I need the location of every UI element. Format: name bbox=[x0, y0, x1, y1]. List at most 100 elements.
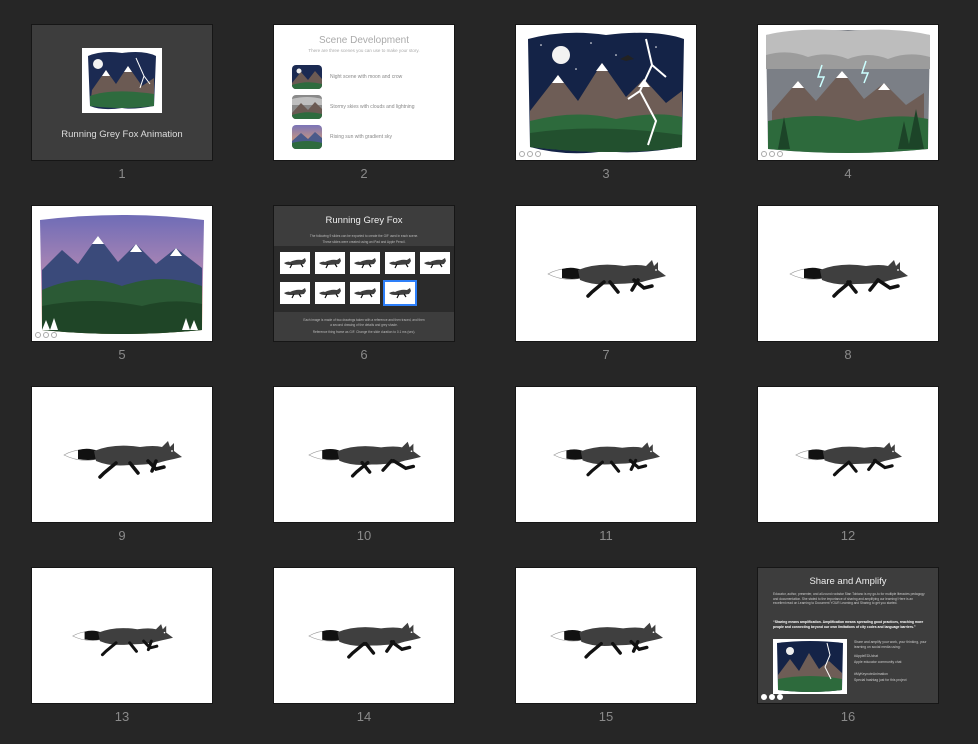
scene-item-label: Rising sun with gradient sky bbox=[330, 134, 392, 140]
sunrise-scene-image bbox=[40, 215, 204, 334]
slide-thumbnail-4[interactable] bbox=[758, 25, 938, 160]
slide-thumbnail-12[interactable] bbox=[758, 387, 938, 522]
slide-cell-11[interactable]: 11 bbox=[516, 387, 696, 543]
slide-number: 13 bbox=[114, 709, 130, 724]
scene-item-night: Night scene with moon and crow bbox=[292, 65, 442, 91]
storm-scene-image bbox=[292, 95, 322, 119]
fox-mini-drawing bbox=[389, 258, 411, 269]
slide-text: Apple educator community chat bbox=[854, 660, 902, 664]
slide-number: 10 bbox=[356, 528, 372, 543]
slide-number: 9 bbox=[118, 528, 126, 543]
slide-text: Special hashtag just for this project bbox=[854, 678, 907, 682]
slide-number: 8 bbox=[844, 347, 852, 362]
slide-cell-14[interactable]: 14 bbox=[274, 568, 454, 724]
frame-thumbnail bbox=[280, 282, 310, 304]
slide-cell-6[interactable]: Running Grey Fox The following 9 slides … bbox=[274, 206, 454, 362]
slide-thumbnail-1[interactable]: Running Grey Fox Animation bbox=[32, 25, 212, 160]
slide-cell-9[interactable]: 9 bbox=[32, 387, 212, 543]
slide-thumbnail-14[interactable] bbox=[274, 568, 454, 703]
slide-thumbnail-2[interactable]: Scene Development There are three scenes… bbox=[274, 25, 454, 160]
frame-panel bbox=[274, 246, 454, 312]
slide-number: 3 bbox=[602, 166, 610, 181]
slide-thumbnail-6[interactable]: Running Grey Fox The following 9 slides … bbox=[274, 206, 454, 341]
slide-thumbnail-15[interactable] bbox=[516, 568, 696, 703]
fox-drawing bbox=[553, 442, 660, 477]
slide-quote: “Sharing means amplification. Amplificat… bbox=[773, 620, 924, 629]
fox-mini-drawing bbox=[319, 288, 341, 299]
scene-item-label: Night scene with moon and crow bbox=[330, 74, 403, 80]
slide-cell-16[interactable]: Share and Amplify Educator, author, pres… bbox=[758, 568, 938, 724]
build-indicator bbox=[761, 694, 783, 700]
slide-cell-2[interactable]: Scene Development There are three scenes… bbox=[274, 25, 454, 181]
slide-title: Share and Amplify bbox=[809, 576, 887, 587]
fox-drawing bbox=[547, 260, 666, 298]
slide-thumbnail-5[interactable] bbox=[32, 206, 212, 341]
fox-drawing bbox=[789, 260, 908, 298]
fox-mini-drawing bbox=[319, 258, 341, 269]
slide-cell-8[interactable]: 8 bbox=[758, 206, 938, 362]
fox-mini-drawing bbox=[284, 258, 306, 269]
slide-number: 16 bbox=[840, 709, 856, 724]
slide-text: The following 9 slides can be exported t… bbox=[309, 234, 419, 238]
title-scene-image bbox=[82, 48, 162, 113]
slide-thumbnail-13[interactable] bbox=[32, 568, 212, 703]
frame-thumbnail bbox=[315, 282, 345, 304]
slide-cell-5[interactable]: 5 bbox=[32, 206, 212, 362]
build-indicator bbox=[519, 151, 541, 157]
slide-subtitle: There are three scenes you can use to ma… bbox=[308, 48, 420, 53]
fox-drawing bbox=[795, 442, 902, 477]
fox-drawing bbox=[63, 441, 182, 479]
fox-drawing bbox=[72, 624, 173, 657]
storm-scene-image bbox=[766, 29, 930, 153]
slide-thumbnail-7[interactable] bbox=[516, 206, 696, 341]
fox-drawing bbox=[308, 622, 421, 659]
slide-cell-3[interactable]: 3 bbox=[516, 25, 696, 181]
fox-drawing bbox=[308, 441, 421, 478]
fox-mini-drawing bbox=[424, 258, 446, 269]
slide-number: 11 bbox=[599, 528, 613, 543]
night-scene-image bbox=[528, 32, 684, 154]
slide-number: 6 bbox=[360, 347, 368, 362]
fox-drawing bbox=[550, 622, 663, 659]
slide-text: These slides were created using an iPad … bbox=[322, 240, 406, 244]
frame-thumbnail bbox=[350, 252, 380, 274]
scene-item-label: Stormy skies with clouds and lightning bbox=[330, 104, 415, 110]
slide-cell-15[interactable]: 15 bbox=[516, 568, 696, 724]
slide-grid: Running Grey Fox Animation 1 Scene Devel… bbox=[0, 0, 978, 744]
slide-number: 12 bbox=[840, 528, 856, 543]
slide-title: Scene Development bbox=[318, 35, 410, 46]
frame-thumbnail-selected bbox=[383, 280, 417, 306]
frame-thumbnail bbox=[280, 252, 310, 274]
fox-mini-drawing bbox=[389, 288, 411, 299]
slide-thumbnail-3[interactable] bbox=[516, 25, 696, 160]
night-scene-image bbox=[292, 65, 322, 89]
slide-cell-4[interactable]: 4 bbox=[758, 25, 938, 181]
slide-cell-1[interactable]: Running Grey Fox Animation 1 bbox=[32, 25, 212, 181]
frame-thumbnail bbox=[315, 252, 345, 274]
slide-thumbnail-11[interactable] bbox=[516, 387, 696, 522]
hashtag: #MyKeynoteAnimation bbox=[854, 672, 888, 676]
slide-text: a second drawing of the details and grey… bbox=[330, 323, 398, 327]
slide-thumbnail-9[interactable] bbox=[32, 387, 212, 522]
slide-text: Reference thing frame as GIF. Change the… bbox=[312, 330, 416, 334]
hashtag: #AppleEDUchat bbox=[854, 654, 879, 658]
frame-thumbnail bbox=[385, 252, 415, 274]
slide-number: 2 bbox=[360, 166, 368, 181]
slide-cell-7[interactable]: 7 bbox=[516, 206, 696, 362]
slide-text: Each image is made of two drawings taken… bbox=[303, 318, 425, 322]
slide-paragraph: Educator, author, presenter, and all-rou… bbox=[773, 592, 925, 605]
slide-number: 15 bbox=[598, 709, 614, 724]
slide-text: Share and amplify your work, your thinki… bbox=[854, 640, 927, 649]
slide-number: 1 bbox=[118, 166, 126, 181]
slide-thumbnail-16[interactable]: Share and Amplify Educator, author, pres… bbox=[758, 568, 938, 703]
scene-item-sunrise: Rising sun with gradient sky bbox=[292, 125, 442, 151]
frame-thumbnail bbox=[420, 252, 450, 274]
slide-thumbnail-10[interactable] bbox=[274, 387, 454, 522]
slide-cell-13[interactable]: 13 bbox=[32, 568, 212, 724]
slide-cell-10[interactable]: 10 bbox=[274, 387, 454, 543]
scene-item-storm: Stormy skies with clouds and lightning bbox=[292, 95, 442, 121]
fox-mini-drawing bbox=[354, 258, 376, 269]
slide-title: Running Grey Fox bbox=[325, 215, 403, 226]
slide-cell-12[interactable]: 12 bbox=[758, 387, 938, 543]
slide-thumbnail-8[interactable] bbox=[758, 206, 938, 341]
